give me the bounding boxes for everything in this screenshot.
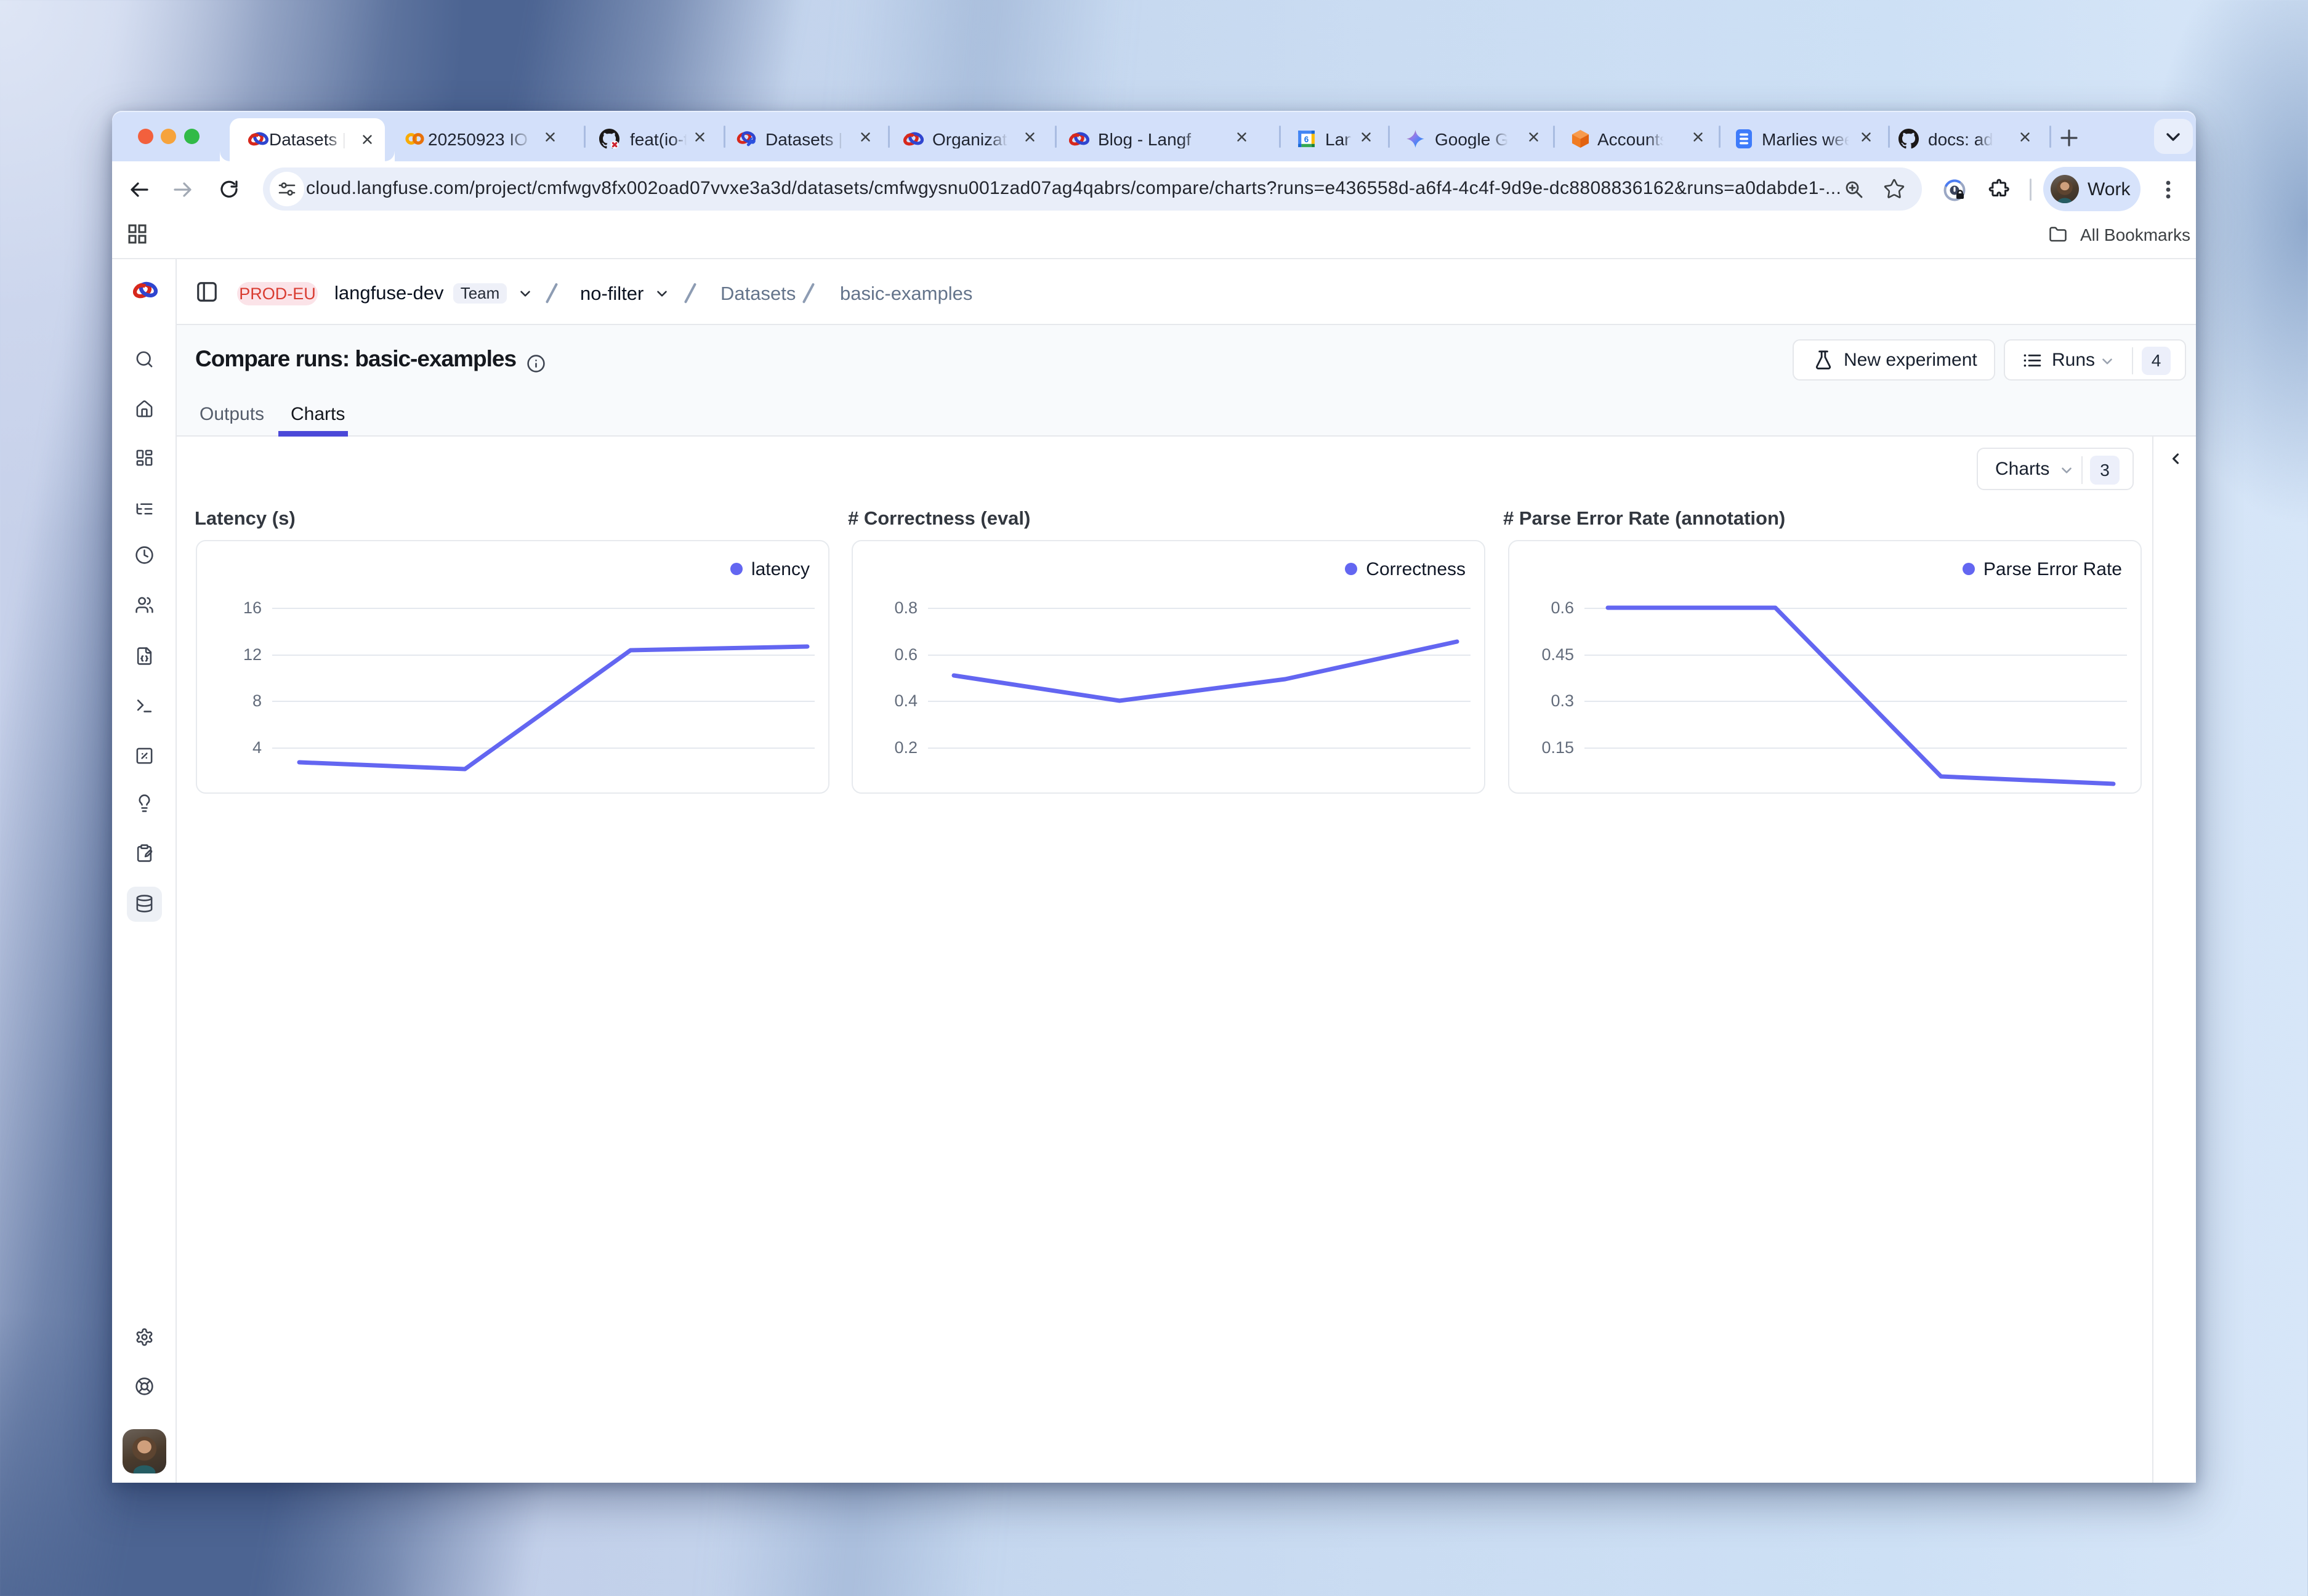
svg-text:6: 6	[1304, 135, 1309, 144]
